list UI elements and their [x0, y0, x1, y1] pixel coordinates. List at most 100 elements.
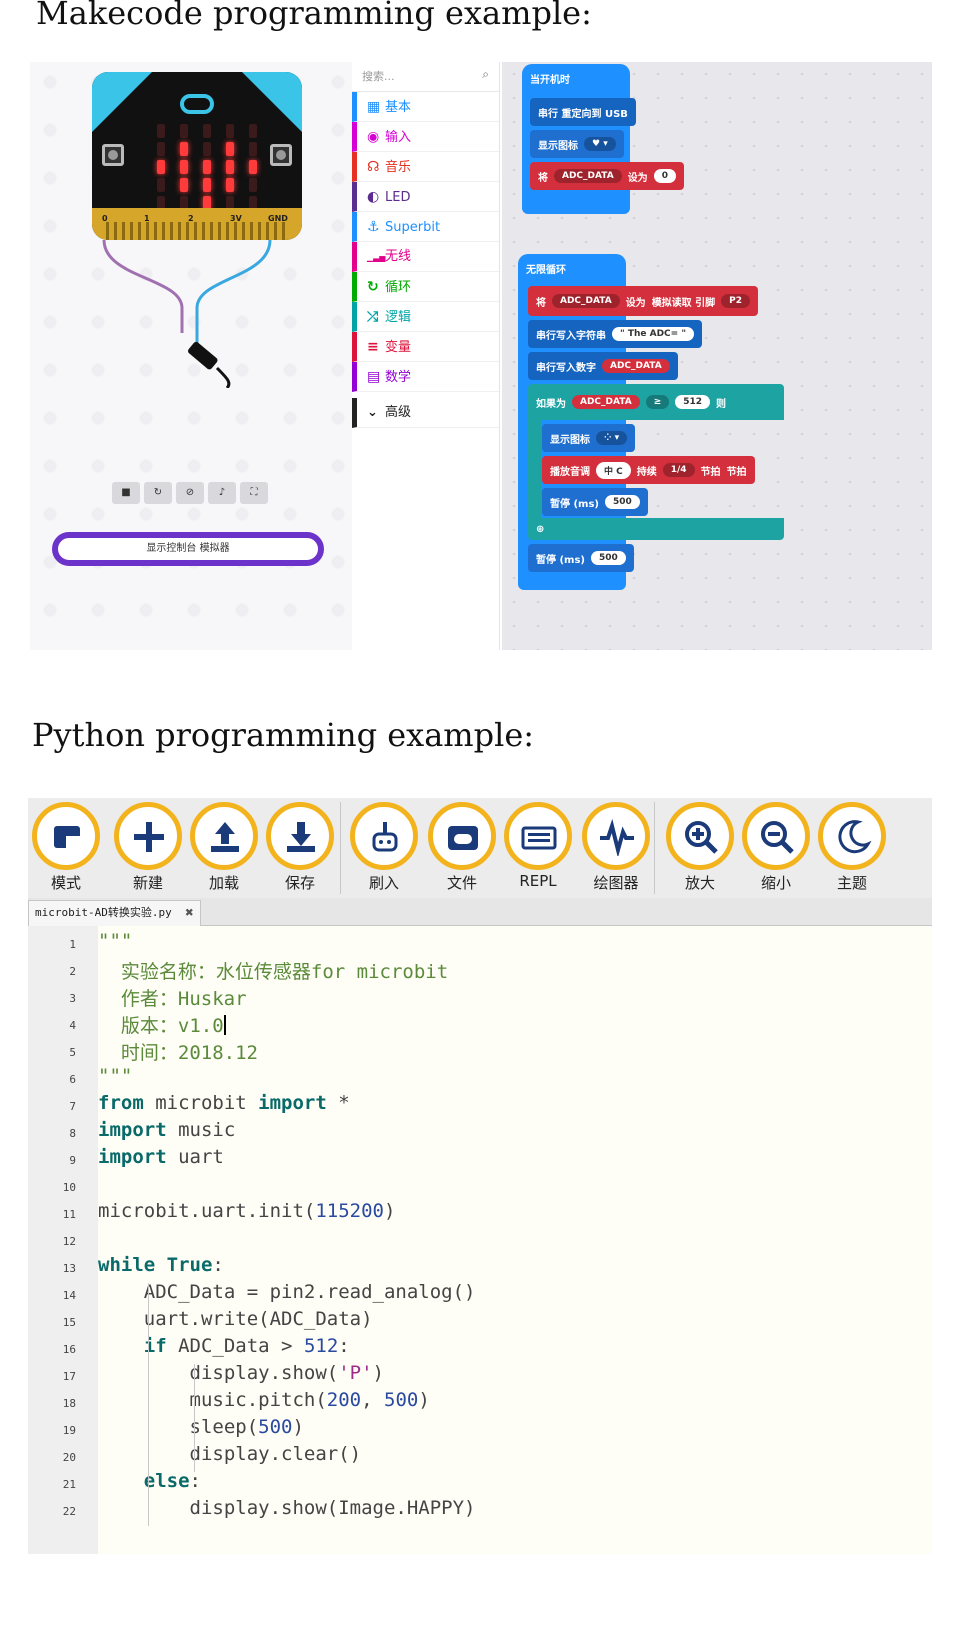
button-a[interactable]: [102, 144, 124, 166]
code-line[interactable]: 作者：Huskar: [98, 984, 247, 1011]
line-number: 12: [62, 1235, 76, 1248]
pause-input[interactable]: 500: [605, 495, 640, 509]
code-line[interactable]: 时间：2018.12: [98, 1038, 258, 1065]
toolbar-separator: [654, 802, 655, 894]
pause-block[interactable]: 暂停 (ms) 500: [542, 488, 648, 516]
block-label: 持续: [636, 466, 657, 478]
toolbar-button[interactable]: 绘图器: [578, 802, 654, 898]
serial-redirect-block[interactable]: 串行 重定向到 USB: [530, 98, 636, 126]
plotter-icon: [582, 802, 650, 870]
if-block[interactable]: 如果为 ADC_DATA ≥512 则: [528, 384, 784, 420]
threshold-input[interactable]: 512: [675, 395, 711, 409]
toolbox-category[interactable]: ◉ 输入: [352, 122, 499, 152]
mute-icon[interactable]: ♪: [208, 482, 236, 504]
button-b[interactable]: [270, 144, 292, 166]
toolbar-button[interactable]: 模式: [28, 802, 104, 898]
serial-write-string-block[interactable]: 串行写入字符串 " The ADC= ": [528, 320, 703, 348]
tone-input[interactable]: 中 C: [596, 461, 631, 479]
zoom-in-icon: [666, 802, 734, 870]
code-line[interactable]: 版本：v1.0: [98, 1011, 226, 1038]
code-line[interactable]: import uart: [98, 1146, 224, 1168]
toolbox-categories: ▦ 基本 ◉ 输入 ☊ 音乐 ◐ LED ⚓ Superbit ▁▃▅无线 ↻ 循环 ⤮ 逻辑 ≡ 变量 ▤ 数学: [352, 92, 499, 392]
restart-icon[interactable]: ↻: [144, 482, 172, 504]
set-variable-block[interactable]: 将 ADC_DATA 设为 0: [530, 162, 684, 190]
code-line[interactable]: import music: [98, 1119, 235, 1141]
toolbar-button[interactable]: 刷入: [346, 802, 422, 898]
toolbar-button[interactable]: 主题: [814, 802, 890, 898]
code-line[interactable]: display.show(Image.HAPPY): [98, 1497, 476, 1519]
toolbar-button[interactable]: 放大: [662, 802, 738, 898]
code-line[interactable]: display.show('P'): [98, 1362, 385, 1384]
toolbar-button[interactable]: 文件: [424, 802, 500, 898]
toolbar-button[interactable]: REPL: [500, 802, 576, 898]
line-number: 20: [62, 1451, 76, 1464]
close-icon[interactable]: ✖: [185, 901, 193, 925]
code-line[interactable]: microbit.uart.init(115200): [98, 1200, 395, 1222]
forever-block[interactable]: 无限循环: [518, 254, 626, 282]
calculator-icon: ▤: [367, 369, 381, 385]
toolbox-search[interactable]: 搜索... ⌕: [352, 62, 499, 92]
line-number: 14: [62, 1289, 76, 1302]
code-line[interactable]: if ADC_Data > 512:: [98, 1335, 350, 1357]
toolbar-button[interactable]: 保存: [262, 802, 338, 898]
variable-dropdown[interactable]: ADC_DATA: [552, 294, 620, 308]
play-tone-block[interactable]: 播放音调中 C 持续 1/4 节拍 节拍: [542, 456, 755, 484]
code-line[interactable]: """: [98, 1065, 132, 1087]
toolbar-button-label: 保存: [284, 874, 315, 892]
code-line[interactable]: uart.write(ADC_Data): [98, 1308, 373, 1330]
toolbox-category[interactable]: ⤮ 逻辑: [352, 302, 499, 332]
blocks-workspace[interactable]: 当开机时 串行 重定向到 USB 显示图标 ♥ ▾ 将 ADC_DATA 设为 0 无限…: [502, 62, 932, 650]
code-line[interactable]: 实验名称：水位传感器for microbit: [98, 957, 448, 984]
led: [226, 178, 234, 192]
toolbar-button[interactable]: 新建: [110, 802, 186, 898]
sensor-wires: [102, 239, 272, 388]
heart-icon[interactable]: ♥ ▾: [584, 137, 616, 151]
variable-dropdown[interactable]: ADC_DATA: [572, 395, 640, 409]
loop-icon: ↻: [367, 279, 379, 295]
search-icon[interactable]: ⌕: [482, 67, 489, 82]
code-line[interactable]: ADC_Data = pin2.read_analog(): [98, 1281, 476, 1303]
small-heart-icon[interactable]: ⁘ ▾: [596, 431, 628, 445]
show-icon-block[interactable]: 显示图标 ♥ ▾: [530, 130, 624, 158]
show-console-button[interactable]: 显示控制台 模拟器: [52, 532, 324, 566]
toolbar-button-label: 模式: [50, 874, 81, 892]
variable-dropdown[interactable]: ADC_DATA: [602, 359, 670, 373]
code-line[interactable]: from microbit import *: [98, 1092, 350, 1114]
toolbox-category[interactable]: ▤ 数学: [352, 362, 499, 392]
stop-icon[interactable]: ■: [112, 482, 140, 504]
code-line[interactable]: else:: [98, 1470, 201, 1492]
code-editor[interactable]: """ 实验名称：水位传感器for microbit 作者：Huskar 版本：…: [98, 926, 932, 1554]
toolbox-category[interactable]: ⚓ Superbit: [352, 212, 499, 242]
fullscreen-icon[interactable]: ⛶: [240, 482, 268, 504]
variable-dropdown[interactable]: ADC_DATA: [554, 169, 622, 183]
string-input[interactable]: " The ADC= ": [612, 327, 695, 341]
code-line[interactable]: """: [98, 930, 132, 952]
toolbox-advanced[interactable]: ⌄ 高级: [352, 398, 499, 428]
serial-write-number-block[interactable]: 串行写入数字 ADC_DATA: [528, 352, 678, 380]
pause-input[interactable]: 500: [591, 551, 626, 565]
beat-dropdown[interactable]: 1/4: [662, 463, 695, 477]
toolbox-category[interactable]: ◐ LED: [352, 182, 499, 212]
toolbar-button-label: 绘图器: [593, 874, 639, 892]
toolbar-button[interactable]: 缩小: [738, 802, 814, 898]
toolbar-button[interactable]: 加载: [186, 802, 262, 898]
code-line[interactable]: while True:: [98, 1254, 224, 1276]
toolbox-category[interactable]: ☊ 音乐: [352, 152, 499, 182]
show-icon-block[interactable]: 显示图标 ⁘ ▾: [542, 424, 636, 452]
toolbox-category[interactable]: ↻ 循环: [352, 272, 499, 302]
toolbox-category[interactable]: ▁▃▅无线: [352, 242, 499, 272]
slowmo-icon[interactable]: ⊘: [176, 482, 204, 504]
value-input[interactable]: 0: [653, 169, 676, 183]
file-tab[interactable]: microbit-AD转换实验.py ✖: [28, 900, 201, 926]
pin-dropdown[interactable]: P2: [721, 294, 751, 308]
toolbox-category[interactable]: ≡ 变量: [352, 332, 499, 362]
set-analog-block[interactable]: 将 ADC_DATA 设为 模拟读取 引脚 P2: [528, 286, 759, 316]
code-line[interactable]: sleep(500): [98, 1416, 304, 1438]
add-else-icon[interactable]: ⊕: [536, 524, 544, 535]
operator-dropdown[interactable]: ≥: [645, 395, 670, 409]
led: [203, 160, 211, 174]
toolbox-category[interactable]: ▦ 基本: [352, 92, 499, 122]
on-start-block[interactable]: 当开机时: [522, 64, 630, 92]
pause-block[interactable]: 暂停 (ms) 500: [528, 544, 634, 572]
code-line[interactable]: display.clear(): [98, 1443, 362, 1465]
